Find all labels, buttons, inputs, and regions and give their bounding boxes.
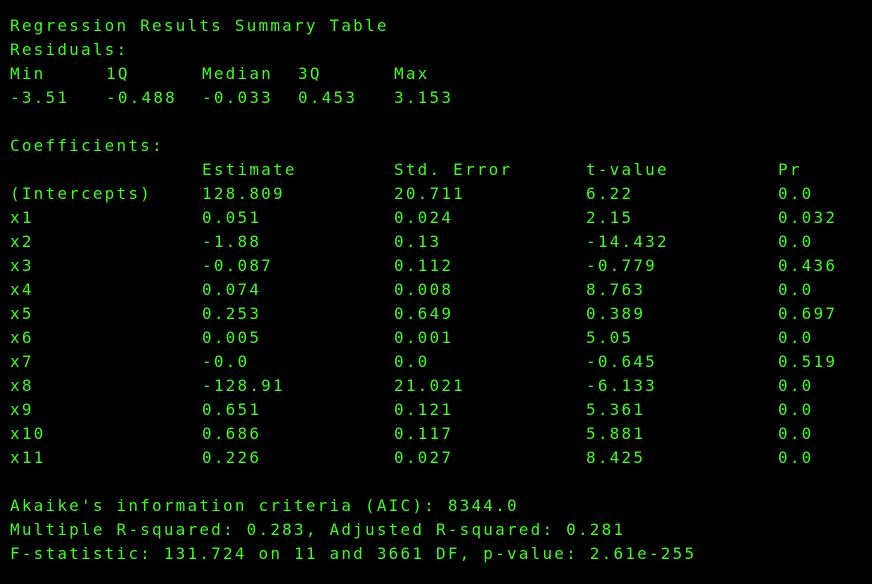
residuals-value-3q: 0.453 bbox=[298, 88, 358, 107]
coef-cell-estimate: 0.226 bbox=[202, 448, 262, 467]
coef-cell-pr: 0.519 bbox=[778, 352, 838, 371]
coef-cell-pr: 0.0 bbox=[778, 400, 814, 419]
coef-cell-estimate: 0.686 bbox=[202, 424, 262, 443]
coef-cell-t-value: -0.779 bbox=[586, 256, 657, 275]
coef-cell-pr: 0.0 bbox=[778, 376, 814, 395]
coef-cell-estimate: -0.0 bbox=[202, 352, 250, 371]
coef-cell-t-value: -6.133 bbox=[586, 376, 657, 395]
coef-cell-t-value: 8.425 bbox=[586, 448, 646, 467]
coef-cell-term: x7 bbox=[10, 352, 34, 371]
coef-cell-std-error: 0.024 bbox=[394, 208, 454, 227]
coef-cell-pr: 0.0 bbox=[778, 448, 814, 467]
coef-cell-estimate: -0.087 bbox=[202, 256, 273, 275]
coef-cell-estimate: -128.91 bbox=[202, 376, 285, 395]
residuals-value-max: 3.153 bbox=[394, 88, 454, 107]
coef-cell-t-value: 6.22 bbox=[586, 184, 634, 203]
coefficients-header-row: Estimate Std. Error t-value Pr bbox=[10, 158, 800, 182]
coef-cell-term: x11 bbox=[10, 448, 46, 467]
coef-cell-std-error: 20.711 bbox=[394, 184, 465, 203]
terminal-output: Regression Results Summary Table Residua… bbox=[0, 0, 872, 584]
coef-cell-term: x10 bbox=[10, 424, 46, 443]
coef-header-std-error: Std. Error bbox=[394, 160, 513, 179]
coef-cell-pr: 0.0 bbox=[778, 184, 814, 203]
residuals-value-min: -3.51 bbox=[10, 88, 70, 107]
coef-cell-term: x8 bbox=[10, 376, 34, 395]
residuals-value-row: -3.51 -0.488 -0.033 0.453 3.153 bbox=[10, 86, 451, 110]
residuals-header-median: Median bbox=[202, 64, 273, 83]
coef-cell-pr: 0.032 bbox=[778, 208, 838, 227]
coef-cell-term: x3 bbox=[10, 256, 34, 275]
coef-cell-pr: 0.0 bbox=[778, 232, 814, 251]
coef-cell-estimate: -1.88 bbox=[202, 232, 262, 251]
coef-cell-std-error: 0.649 bbox=[394, 304, 454, 323]
coef-cell-t-value: 5.361 bbox=[586, 400, 646, 419]
r-squared-line: Multiple R-squared: 0.283, Adjusted R-sq… bbox=[10, 520, 626, 539]
coef-cell-pr: 0.0 bbox=[778, 424, 814, 443]
coef-cell-pr: 0.436 bbox=[778, 256, 838, 275]
coef-cell-t-value: 0.389 bbox=[586, 304, 646, 323]
coef-cell-term: x5 bbox=[10, 304, 34, 323]
residuals-header-row: Min 1Q Median 3Q Max bbox=[10, 62, 427, 86]
coef-cell-std-error: 0.112 bbox=[394, 256, 454, 275]
coef-cell-term: x9 bbox=[10, 400, 34, 419]
coef-cell-std-error: 0.027 bbox=[394, 448, 454, 467]
coef-cell-term: x1 bbox=[10, 208, 34, 227]
coef-cell-pr: 0.697 bbox=[778, 304, 838, 323]
coef-cell-t-value: 5.05 bbox=[586, 328, 634, 347]
coef-cell-std-error: 0.001 bbox=[394, 328, 454, 347]
coef-header-estimate: Estimate bbox=[202, 160, 297, 179]
coef-cell-std-error: 0.0 bbox=[394, 352, 430, 371]
coef-cell-estimate: 0.253 bbox=[202, 304, 262, 323]
coef-cell-std-error: 21.021 bbox=[394, 376, 465, 395]
coef-cell-t-value: 5.881 bbox=[586, 424, 646, 443]
coef-cell-term: x2 bbox=[10, 232, 34, 251]
coef-cell-pr: 0.0 bbox=[778, 328, 814, 347]
coef-cell-std-error: 0.117 bbox=[394, 424, 454, 443]
residuals-header-min: Min bbox=[10, 64, 46, 83]
coef-cell-term: x4 bbox=[10, 280, 34, 299]
table-title: Regression Results Summary Table bbox=[10, 16, 389, 35]
coef-cell-estimate: 0.005 bbox=[202, 328, 262, 347]
coef-cell-t-value: -0.645 bbox=[586, 352, 657, 371]
residuals-header-1q: 1Q bbox=[106, 64, 130, 83]
residuals-value-1q: -0.488 bbox=[106, 88, 177, 107]
coef-cell-estimate: 0.651 bbox=[202, 400, 262, 419]
coef-cell-estimate: 128.809 bbox=[202, 184, 285, 203]
residuals-label: Residuals: bbox=[10, 40, 129, 59]
residuals-value-median: -0.033 bbox=[202, 88, 273, 107]
aic-line: Akaike's information criteria (AIC): 834… bbox=[10, 496, 519, 515]
coef-cell-t-value: 2.15 bbox=[586, 208, 634, 227]
coef-cell-term: (Intercepts) bbox=[10, 184, 152, 203]
coef-cell-estimate: 0.074 bbox=[202, 280, 262, 299]
residuals-header-max: Max bbox=[394, 64, 430, 83]
coef-cell-estimate: 0.051 bbox=[202, 208, 262, 227]
coefficients-label: Coefficients: bbox=[10, 136, 164, 155]
coef-cell-term: x6 bbox=[10, 328, 34, 347]
coef-cell-t-value: -14.432 bbox=[586, 232, 669, 251]
coef-cell-std-error: 0.121 bbox=[394, 400, 454, 419]
coef-header-t-value: t-value bbox=[586, 160, 669, 179]
coef-cell-std-error: 0.13 bbox=[394, 232, 442, 251]
coef-cell-pr: 0.0 bbox=[778, 280, 814, 299]
coef-cell-t-value: 8.763 bbox=[586, 280, 646, 299]
coef-cell-std-error: 0.008 bbox=[394, 280, 454, 299]
coef-header-pr: Pr bbox=[778, 160, 802, 179]
residuals-header-3q: 3Q bbox=[298, 64, 322, 83]
f-statistic-line: F-statistic: 131.724 on 11 and 3661 DF, … bbox=[10, 544, 697, 563]
